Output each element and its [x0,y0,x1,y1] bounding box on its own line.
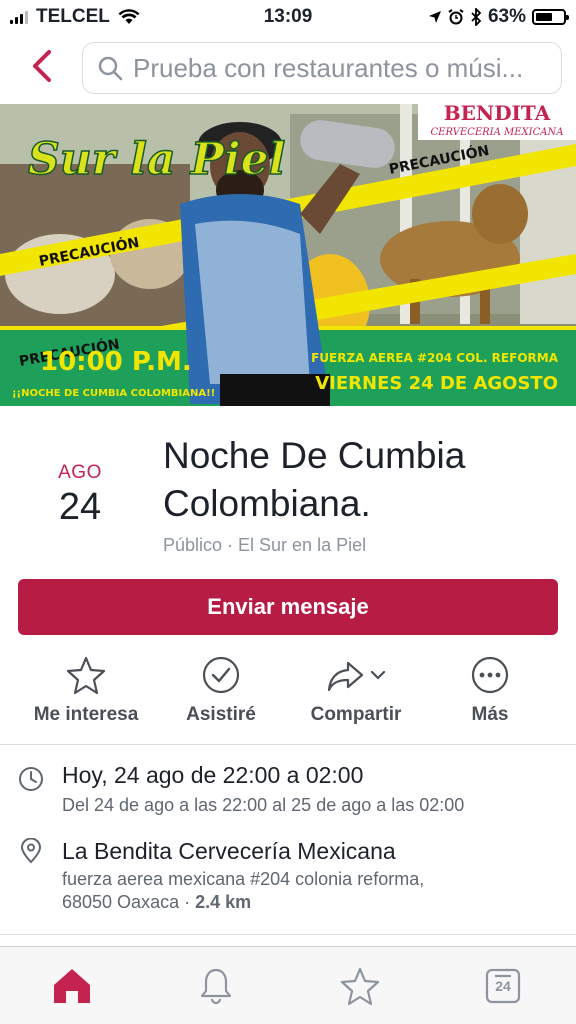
search-placeholder: Prueba con restaurantes o músi... [133,52,524,83]
battery-icon [532,9,569,25]
event-month: AGO [58,462,102,483]
bottom-tab-bar: 24 [0,946,576,1024]
event-place-address-line1: fuerza aerea mexicana #204 colonia refor… [62,869,425,889]
chevron-down-icon [370,670,386,680]
search-input[interactable]: Prueba con restaurantes o músi... [82,42,562,94]
more-button[interactable]: Más [420,652,560,726]
battery-percent: 63% [487,6,526,27]
alarm-icon [448,9,464,25]
tab-favorites[interactable] [335,961,385,1011]
banner-address: FUERZA AEREA #204 COL. REFORMA [311,351,559,365]
event-place-name[interactable]: La Bendita Cervecería Mexicana [62,838,396,865]
header: Prueba con restaurantes o músi... [0,34,576,104]
event-time[interactable]: Hoy, 24 ago de 22:00 a 02:00 [62,762,363,789]
tab-notifications[interactable] [191,961,241,1011]
check-circle-icon [202,656,240,694]
location-arrow-icon [428,11,441,23]
banner-date: VIERNES 24 DE AGOSTO [315,373,558,394]
event-place-distance: 2.4 km [195,892,252,912]
share-label: Compartir [310,704,402,725]
going-button[interactable]: Asistiré [151,652,291,726]
send-message-button[interactable]: Enviar mensaje [18,579,558,635]
banner-script-title: Sur la Piel [28,134,285,185]
bell-icon [200,968,232,1005]
banner-tagline: ¡¡NOCHE DE CUMBIA COLOMBIANA!! [12,388,215,399]
divider [0,744,576,745]
banner-brand-sub: CERVECERIA MEXICANA [431,127,564,138]
event-time-range: Del 24 de ago a las 22:00 al 25 de ago a… [62,795,465,815]
action-row: Me interesa Asistiré Compartir Más [0,652,576,732]
more-icon [471,656,509,694]
banner-time: 10:00 P.M. [40,347,192,377]
divider [0,934,576,935]
interested-button[interactable]: Me interesa [16,652,156,726]
event-date-block: AGO 24 [40,462,120,529]
status-right: 63% [428,6,569,28]
share-icon [327,661,364,692]
chevron-left-icon [33,50,51,82]
status-bar: TELCEL 13:09 63% [0,0,576,34]
event-title: Noche De Cumbia Colombiana. [163,435,466,524]
banner-brand: BENDITA [444,104,551,125]
going-label: Asistiré [186,704,256,725]
event-subtitle[interactable]: Público · El Sur en la Piel [163,535,366,556]
bluetooth-icon [471,8,482,26]
clock-icon [19,767,43,791]
cover-artwork: Sur la Piel BENDITA CERVECERIA MEXICANA … [0,104,576,406]
event-place-city: 68050 Oaxaca · [62,892,196,912]
search-icon [98,56,123,81]
star-icon [340,967,380,1006]
more-label: Más [471,704,509,725]
share-button[interactable]: Compartir [286,652,426,726]
event-cover-image[interactable]: Sur la Piel BENDITA CERVECERIA MEXICANA … [0,104,576,406]
event-day: 24 [58,486,102,528]
star-icon [66,656,106,695]
tab-home[interactable] [47,961,97,1011]
back-button[interactable] [22,46,62,86]
home-icon [54,969,90,1003]
calendar-day-number: 24 [495,978,511,994]
tab-calendar[interactable]: 24 [478,961,528,1011]
interested-label: Me interesa [33,704,139,725]
event-place-address-line2: 68050 Oaxaca · 2.4 km [62,891,251,914]
location-pin-icon [20,838,42,864]
